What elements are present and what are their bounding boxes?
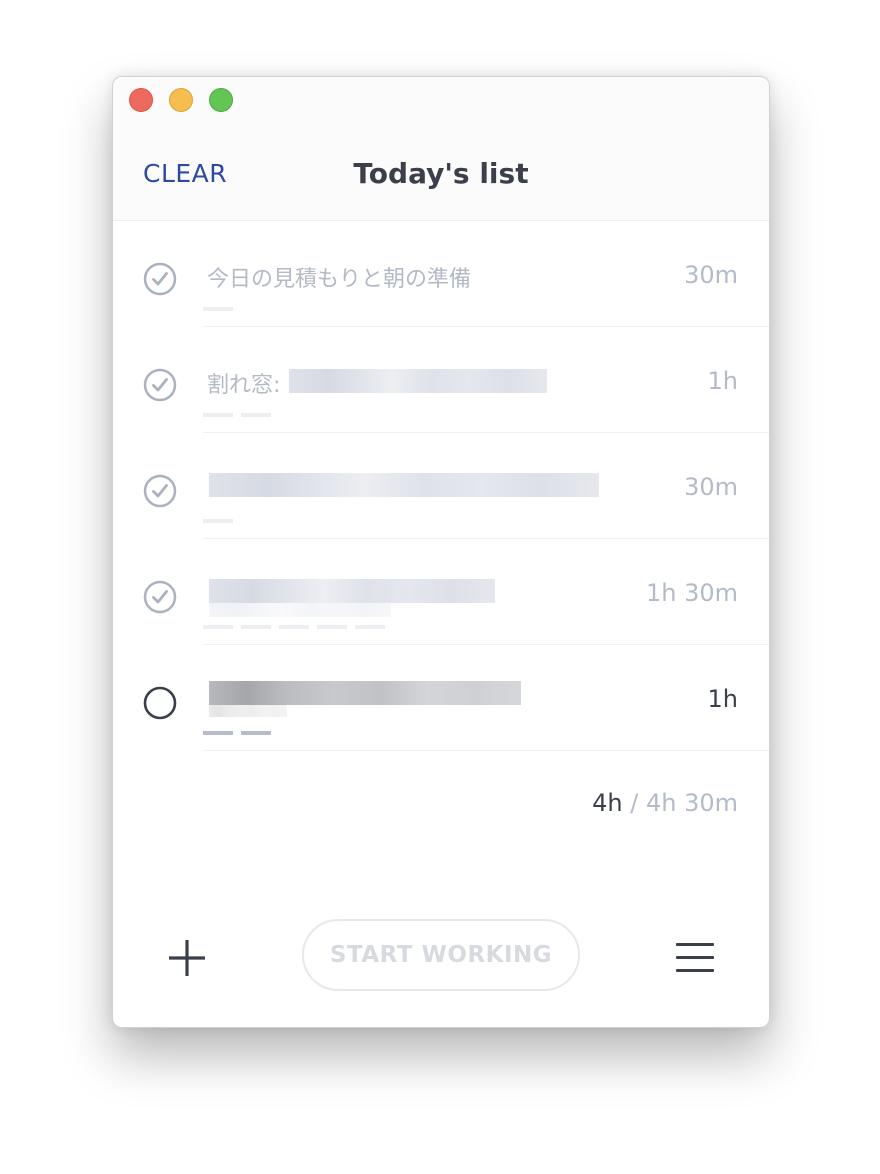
redacted-text <box>209 473 599 497</box>
pomodoro-indicators <box>203 519 233 523</box>
task-row[interactable]: 30m <box>113 433 769 539</box>
hamburger-menu-icon[interactable] <box>676 943 714 973</box>
task-row[interactable]: 今日の見積もりと朝の準備 30m <box>113 221 769 327</box>
pomodoro-indicators <box>203 625 385 629</box>
pomodoro-indicators <box>203 307 233 311</box>
zoom-window-button[interactable] <box>209 88 233 112</box>
task-duration: 30m <box>684 473 738 501</box>
row-divider <box>203 750 769 751</box>
task-duration: 1h <box>707 685 738 713</box>
task-duration: 1h <box>707 367 738 395</box>
close-window-button[interactable] <box>129 88 153 112</box>
task-title: 割れ窓: <box>207 373 281 398</box>
start-working-button[interactable]: START WORKING <box>302 919 580 991</box>
redacted-text <box>209 603 391 617</box>
pomodoro-indicators <box>203 731 271 735</box>
minimize-window-button[interactable] <box>169 88 193 112</box>
total-separator: / <box>630 789 639 817</box>
plus-icon[interactable] <box>168 939 206 977</box>
checked-circle-icon[interactable] <box>143 368 177 402</box>
pomodoro-indicators <box>203 413 271 417</box>
task-duration: 30m <box>684 261 738 289</box>
unchecked-circle-icon[interactable] <box>143 686 177 720</box>
task-row[interactable]: 1h <box>113 645 769 751</box>
total-done: 4h <box>592 789 623 817</box>
task-row[interactable]: 1h 30m <box>113 539 769 645</box>
redacted-text <box>209 681 521 705</box>
redacted-text <box>289 369 547 393</box>
checked-circle-icon[interactable] <box>143 262 177 296</box>
task-duration: 1h 30m <box>645 579 738 607</box>
checked-circle-icon[interactable] <box>143 474 177 508</box>
page-title: Today's list <box>353 157 529 190</box>
redacted-text <box>209 579 495 603</box>
total-planned: 4h 30m <box>645 789 738 817</box>
redacted-text <box>209 705 287 717</box>
title-bar: CLEAR Today's list <box>113 77 769 221</box>
task-row[interactable]: 割れ窓: 1h <box>113 327 769 433</box>
app-window: CLEAR Today's list 今日の見積もりと朝の準備 30m 割れ窓:… <box>112 76 770 1028</box>
task-title: 今日の見積もりと朝の準備 <box>207 267 472 292</box>
total-time: 4h / 4h 30m <box>592 789 738 817</box>
checked-circle-icon[interactable] <box>143 580 177 614</box>
